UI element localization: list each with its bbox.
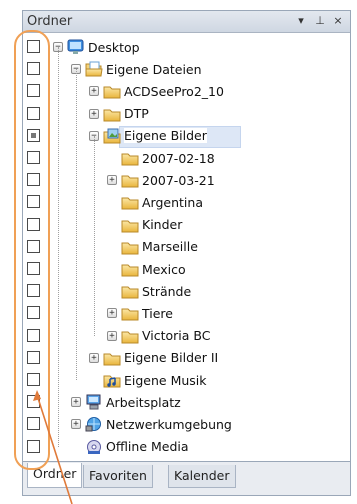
callout-arrow [33, 390, 73, 504]
